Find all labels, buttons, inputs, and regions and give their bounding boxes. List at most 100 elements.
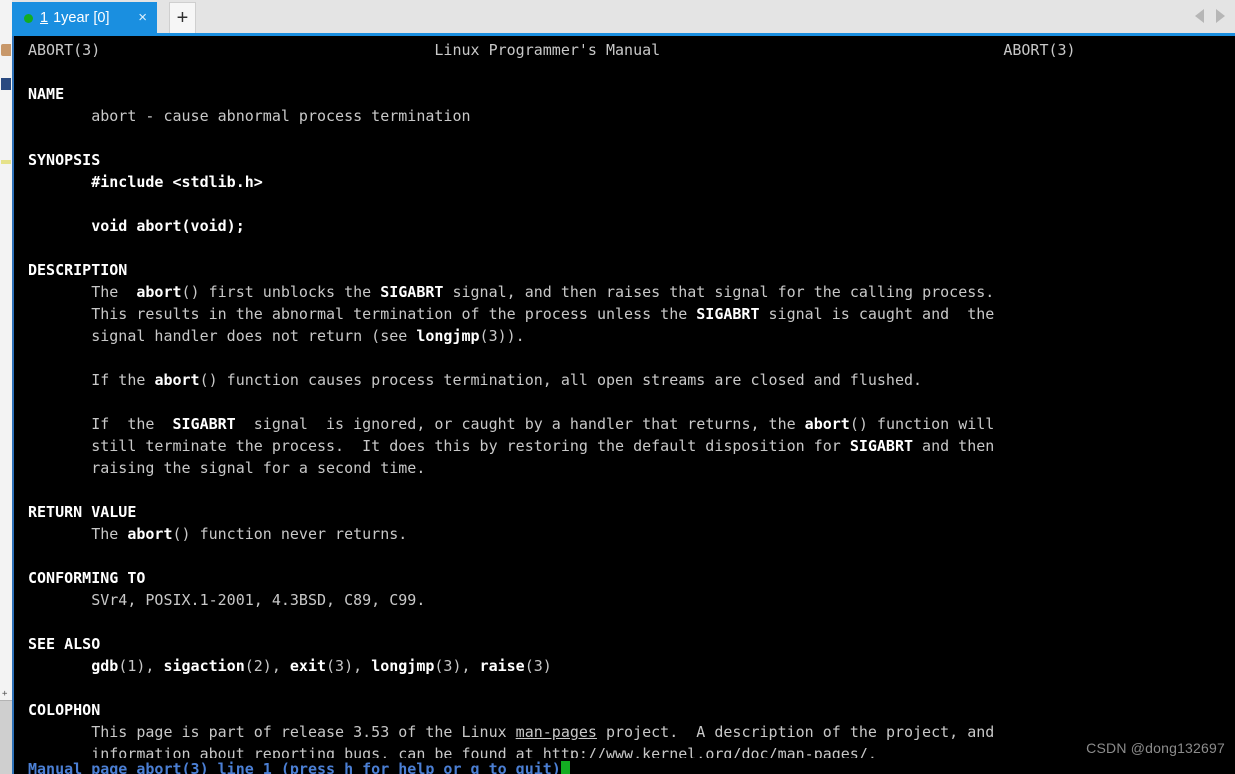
see-also-sep-2: (2), — [244, 657, 290, 675]
desc-p2l1-b: abort — [154, 371, 200, 389]
section-heading-return-value: RETURN VALUE — [28, 501, 1235, 523]
description-p2-line1: If the abort() function causes process t… — [28, 369, 1235, 391]
see-also-item-sigaction: sigaction — [163, 657, 245, 675]
see-also-item-raise: raise — [479, 657, 525, 675]
desc-p1l1-b: abort — [136, 283, 182, 301]
desc-p1l3-c: (3)). — [479, 327, 525, 345]
desc-p1l1-a: The — [91, 283, 137, 301]
background-plus-icon: + — [2, 689, 8, 699]
tab-nav-controls — [1195, 9, 1225, 23]
desc-p3l1-a: If the — [91, 415, 173, 433]
desc-p1l1-d: SIGABRT — [380, 283, 444, 301]
see-also-sep-4: (3), — [434, 657, 480, 675]
pager-status-text: Manual page abort(3) line 1 (press h for… — [28, 760, 561, 774]
description-p3-line2: still terminate the process. It does thi… — [28, 435, 1235, 457]
desc-p1l2-a: This results in the abnormal termination… — [91, 305, 697, 323]
desc-p3l2-c: and then — [913, 437, 995, 455]
chevron-left-icon[interactable] — [1195, 9, 1204, 23]
colophon-line1: This page is part of release 3.53 of the… — [28, 721, 1235, 743]
see-also-heading-text: SEE ALSO — [28, 635, 101, 653]
synopsis-include-text: #include <stdlib.h> — [91, 173, 263, 191]
background-icon-b — [1, 78, 11, 90]
desc-p1l2-c: signal is caught and the — [759, 305, 995, 323]
return-value-body-line: The abort() function never returns. — [28, 523, 1235, 545]
see-also-item-exit: exit — [289, 657, 327, 675]
desc-p3l1-c: signal is ignored, or caught by a handle… — [235, 415, 805, 433]
description-p1-line1: The abort() first unblocks the SIGABRT s… — [28, 281, 1235, 303]
pager-status-line[interactable]: Manual page abort(3) line 1 (press h for… — [14, 758, 1235, 774]
background-bottom-strip — [0, 700, 12, 774]
close-icon[interactable]: × — [134, 10, 151, 26]
see-also-item-gdb: gdb — [91, 657, 119, 675]
synopsis-prototype-text: void abort(void); — [91, 217, 245, 235]
see-also-body-line: gdb(1), sigaction(2), exit(3), longjmp(3… — [28, 655, 1235, 677]
see-also-sep-5: (3) — [524, 657, 552, 675]
section-heading-colophon: COLOPHON — [28, 699, 1235, 721]
colophon-man-pages-link[interactable]: man-pages — [516, 723, 597, 741]
desc-p1l1-c: () first unblocks the — [181, 283, 381, 301]
pager-status-text-row: Manual page abort(3) line 1 (press h for… — [14, 758, 1235, 774]
background-icon-a — [1, 44, 11, 56]
text-cursor — [560, 761, 570, 774]
colophon-l1-c: project. A description of the project, a… — [596, 723, 995, 741]
man-header-spacer-1 — [100, 41, 434, 59]
conforming-to-heading-text: CONFORMING TO — [28, 569, 146, 587]
section-heading-see-also: SEE ALSO — [28, 633, 1235, 655]
section-heading-description: DESCRIPTION — [28, 259, 1235, 281]
man-header-spacer-2 — [660, 41, 1003, 59]
colophon-l1-a: This page is part of release 3.53 of the… — [91, 723, 516, 741]
desc-p2l1-a: If the — [91, 371, 155, 389]
rv-b: abort — [127, 525, 173, 543]
desc-p3l3: raising the signal for a second time. — [91, 459, 426, 477]
desc-p3l1-b: SIGABRT — [172, 415, 236, 433]
chevron-right-icon[interactable] — [1216, 9, 1225, 23]
desc-p3l2-b: SIGABRT — [849, 437, 914, 455]
man-header-left: ABORT(3) — [28, 41, 101, 59]
conforming-to-body-line: SVr4, POSIX.1-2001, 4.3BSD, C89, C99. — [28, 589, 1235, 611]
synopsis-heading-text: SYNOPSIS — [28, 151, 101, 169]
description-p1-line3: signal handler does not return (see long… — [28, 325, 1235, 347]
man-header-center: Linux Programmer's Manual — [434, 41, 661, 59]
desc-p1l2-b: SIGABRT — [696, 305, 760, 323]
background-icon-c — [1, 160, 11, 164]
terminal-content: ABORT(3) Linux Programmer's Manual ABORT… — [14, 36, 1235, 774]
tab-bar-underline — [12, 33, 1235, 36]
synopsis-prototype-line: void abort(void); — [28, 215, 1235, 237]
tab-bar: 1 1year [0] × + — [12, 0, 1235, 36]
desc-p2l1-c: () function causes process termination, … — [199, 371, 923, 389]
see-also-item-longjmp: longjmp — [371, 657, 435, 675]
section-heading-conforming-to: CONFORMING TO — [28, 567, 1235, 589]
app-window: + 1 1year [0] × + ABORT(3) Linux Program… — [0, 0, 1235, 774]
desc-p3l1-e: () function will — [849, 415, 995, 433]
desc-p1l1-e: signal, and then raises that signal for … — [443, 283, 995, 301]
desc-p1l3-b: longjmp — [416, 327, 480, 345]
tab-title-label: 1year [0] — [53, 10, 110, 26]
rv-a: The — [91, 525, 128, 543]
man-header-right: ABORT(3) — [1003, 41, 1076, 59]
see-also-sep-3: (3), — [326, 657, 372, 675]
description-p3-line1: If the SIGABRT signal is ignored, or cau… — [28, 413, 1235, 435]
see-also-sep-1: (1), — [118, 657, 164, 675]
terminal-pane[interactable]: ABORT(3) Linux Programmer's Manual ABORT… — [12, 36, 1235, 774]
tab-1year[interactable]: 1 1year [0] × — [12, 2, 157, 34]
desc-p3l1-d: abort — [804, 415, 850, 433]
tab-status-dot — [24, 13, 33, 23]
synopsis-include-line: #include <stdlib.h> — [28, 171, 1235, 193]
new-tab-button[interactable]: + — [169, 2, 196, 33]
section-heading-synopsis: SYNOPSIS — [28, 149, 1235, 171]
rv-c: () function never returns. — [172, 525, 408, 543]
desc-p3l2-a: still terminate the process. It does thi… — [91, 437, 850, 455]
name-heading-text: NAME — [28, 85, 65, 103]
section-body-name: abort - cause abnormal process terminati… — [28, 105, 1235, 127]
colophon-heading-text: COLOPHON — [28, 701, 101, 719]
